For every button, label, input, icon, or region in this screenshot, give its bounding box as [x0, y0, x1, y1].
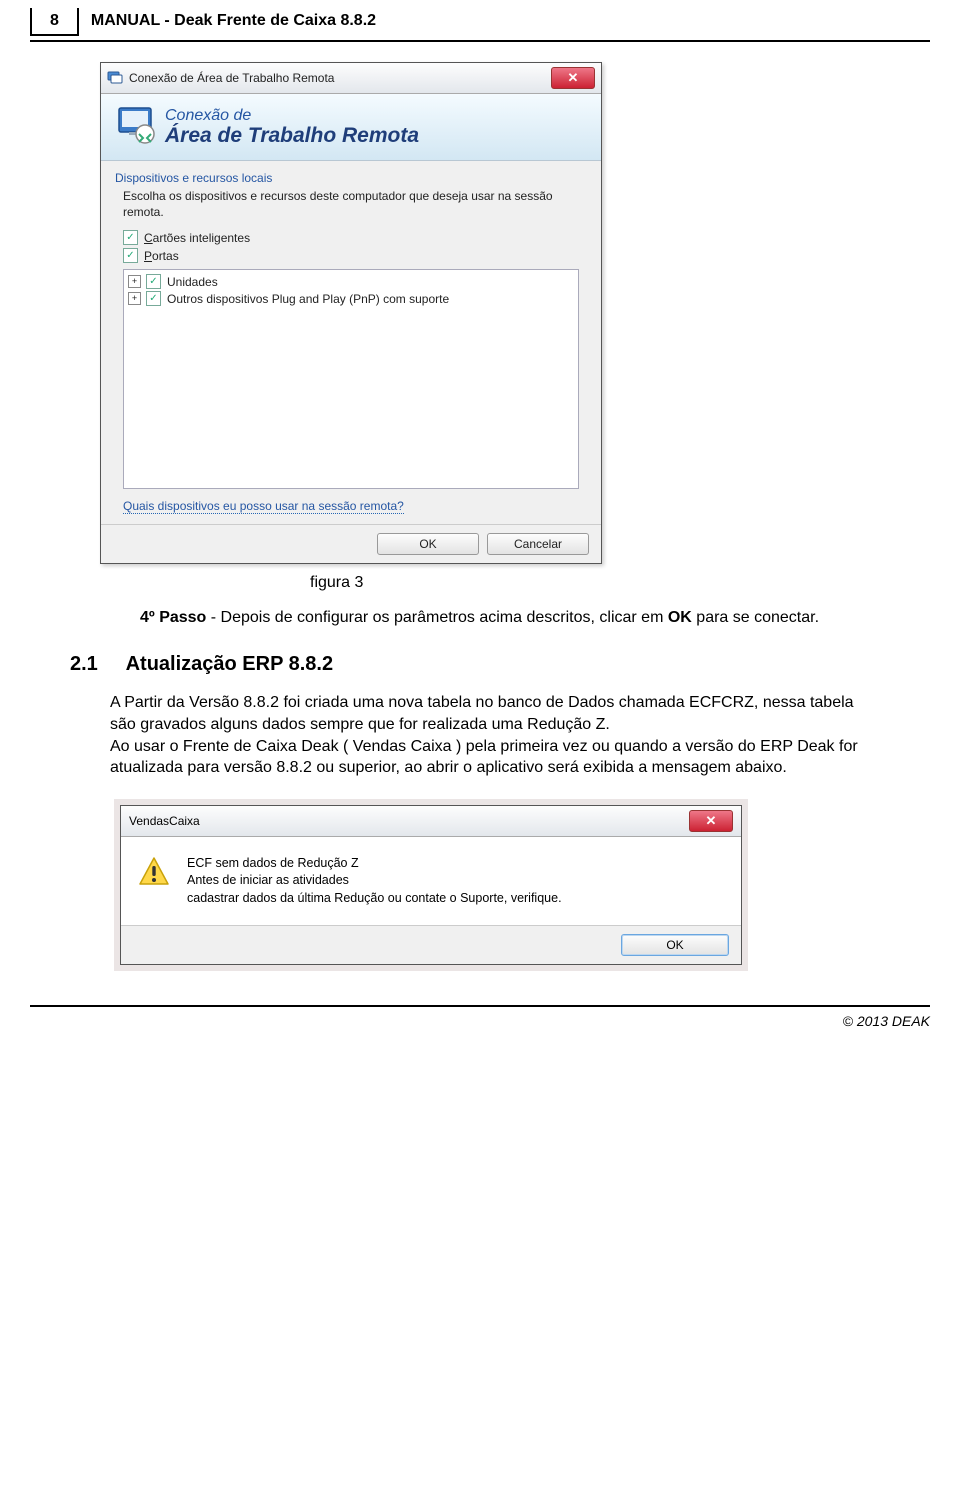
checkbox-icon: ✓ — [146, 291, 161, 306]
banner-line1: Conexão de — [165, 107, 419, 125]
checkbox-label: Cartões inteligentes — [144, 231, 250, 245]
warning-icon — [137, 855, 171, 889]
group-label: Dispositivos e recursos locais — [115, 171, 587, 185]
cancel-button[interactable]: Cancelar — [487, 533, 589, 555]
vc-message: ECF sem dados de Redução Z Antes de inic… — [187, 855, 562, 908]
tree-item-pnp[interactable]: + ✓ Outros dispositivos Plug and Play (P… — [128, 291, 574, 306]
step-4-paragraph: 4º Passo - Depois de configurar os parâm… — [140, 606, 880, 629]
figure-caption: figura 3 — [310, 574, 880, 592]
checkbox-icon: ✓ — [123, 230, 138, 245]
rdp-dialog: Conexão de Área de Trabalho Remota ✕ Con… — [100, 62, 602, 564]
monitor-icon — [115, 104, 161, 150]
page-number: 8 — [30, 8, 79, 36]
checkbox-icon: ✓ — [123, 248, 138, 263]
dialog-button-row: OK — [121, 925, 741, 964]
rdp-titlebar: Conexão de Área de Trabalho Remota ✕ — [101, 63, 601, 94]
expand-icon[interactable]: + — [128, 292, 141, 305]
vc-titlebar: VendasCaixa ✕ — [121, 806, 741, 837]
copyright-text: © 2013 DEAK — [843, 1013, 930, 1029]
checkbox-icon: ✓ — [146, 274, 161, 289]
dialog-button-row: OK Cancelar — [101, 524, 601, 563]
close-button[interactable]: ✕ — [551, 67, 595, 89]
checkbox-label: Portas — [144, 249, 179, 263]
device-tree[interactable]: + ✓ Unidades + ✓ Outros dispositivos Plu… — [123, 269, 579, 489]
help-link[interactable]: Quais dispositivos eu posso usar na sess… — [123, 499, 404, 514]
vendascaixa-dialog: VendasCaixa ✕ ECF sem dados de Redução Z… — [120, 805, 742, 966]
tree-label: Unidades — [167, 275, 218, 289]
tree-label: Outros dispositivos Plug and Play (PnP) … — [167, 292, 449, 306]
vc-title-text: VendasCaixa — [129, 814, 200, 828]
tree-item-units[interactable]: + ✓ Unidades — [128, 274, 574, 289]
page-header: 8 MANUAL - Deak Frente de Caixa 8.8.2 — [30, 0, 930, 42]
section-heading: 2.1 Atualização ERP 8.8.2 — [70, 653, 880, 676]
ok-button[interactable]: OK — [621, 934, 729, 956]
checkbox-ports[interactable]: ✓ Portas — [123, 248, 587, 263]
close-icon: ✕ — [568, 70, 579, 86]
group-description: Escolha os dispositivos e recursos deste… — [123, 189, 587, 220]
rdp-banner: Conexão de Área de Trabalho Remota — [101, 94, 601, 161]
doc-title: MANUAL - Deak Frente de Caixa 8.8.2 — [91, 8, 376, 36]
close-button[interactable]: ✕ — [689, 810, 733, 832]
rdp-app-icon — [107, 71, 123, 85]
close-icon: ✕ — [706, 813, 717, 829]
expand-icon[interactable]: + — [128, 275, 141, 288]
ok-button[interactable]: OK — [377, 533, 479, 555]
checkbox-smartcards[interactable]: ✓ Cartões inteligentes — [123, 230, 587, 245]
rdp-title-text: Conexão de Área de Trabalho Remota — [129, 71, 334, 85]
section-body-text: A Partir da Versão 8.8.2 foi criada uma … — [110, 692, 880, 778]
page-footer: © 2013 DEAK — [30, 1005, 930, 1049]
banner-line2: Área de Trabalho Remota — [165, 124, 419, 147]
